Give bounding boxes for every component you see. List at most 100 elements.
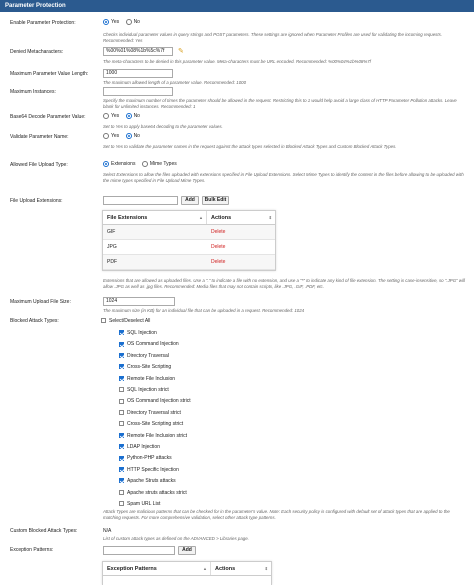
sort-icon: ⇕ bbox=[264, 566, 268, 571]
upload-type-radios: Extensions Mime Types bbox=[103, 161, 182, 168]
section-title: Parameter Protection bbox=[0, 0, 474, 12]
attack-type-checkbox[interactable]: Apache struts attacks strict bbox=[119, 490, 187, 496]
upload-type-label: Allowed File Upload Type: bbox=[10, 162, 68, 168]
delete-link[interactable]: Delete bbox=[207, 240, 225, 254]
radio-icon bbox=[125, 19, 132, 25]
sort-asc-icon: ▲ bbox=[203, 566, 207, 571]
custom-blocked-desc: List of custom attack types as defined o… bbox=[103, 536, 249, 541]
checkbox-icon bbox=[119, 466, 124, 472]
attack-type-checkbox[interactable]: SQL Injection strict bbox=[119, 387, 169, 393]
attack-type-label: Cross-Site Scripting strict bbox=[127, 421, 184, 428]
radio-icon bbox=[103, 19, 109, 25]
blocked-desc: Attack Types are malicious patterns that… bbox=[103, 509, 450, 520]
attack-type-checkbox[interactable]: Apache Struts attacks bbox=[119, 478, 176, 484]
radio-icon bbox=[103, 161, 109, 167]
attack-type-checkbox[interactable]: OS Command Injection strict bbox=[119, 398, 191, 404]
custom-blocked-label: Custom Blocked Attack Types: bbox=[10, 528, 78, 534]
denied-meta-input[interactable]: %00%01%08%1b%5c%7f bbox=[103, 47, 173, 56]
attack-type-label: Directory Traversal bbox=[127, 352, 169, 359]
attack-type-label: OS Command Injection bbox=[127, 341, 179, 348]
custom-blocked-value: N/A bbox=[103, 528, 112, 534]
attack-type-checkbox[interactable]: Spam URL List bbox=[119, 501, 160, 507]
col-actions[interactable]: Actions ⇕ bbox=[211, 562, 271, 575]
validate-radios: Yes No bbox=[103, 133, 145, 140]
b64-label: Base64 Decode Parameter Value: bbox=[10, 114, 86, 120]
max-upload-input[interactable]: 1024 bbox=[103, 297, 175, 306]
denied-meta-label: Denied Metacharacters: bbox=[10, 49, 64, 55]
checkbox-icon bbox=[119, 341, 124, 347]
col-file-extensions[interactable]: File Extensions ▲ bbox=[103, 211, 207, 224]
attack-type-label: Apache Struts attacks bbox=[127, 478, 176, 485]
radio-icon bbox=[125, 133, 132, 139]
checkbox-icon bbox=[119, 364, 124, 370]
attack-type-label: Spam URL List bbox=[127, 501, 161, 507]
upload-type-extensions[interactable]: Extensions bbox=[103, 161, 135, 167]
attack-type-checkbox[interactable]: Python-PHP attacks bbox=[119, 455, 172, 461]
validate-no[interactable]: No bbox=[125, 133, 140, 139]
validate-yes[interactable]: Yes bbox=[103, 133, 119, 139]
b64-yes[interactable]: Yes bbox=[103, 113, 119, 119]
max-inst-label: Maximum Instances: bbox=[10, 89, 56, 95]
attack-type-checkbox[interactable]: Directory Traversal strict bbox=[119, 410, 181, 416]
upload-ext-label: File Upload Extensions: bbox=[10, 198, 63, 204]
max-len-input[interactable]: 1000 bbox=[103, 69, 173, 78]
sort-asc-icon: ▲ bbox=[199, 215, 203, 220]
attack-type-checkbox[interactable]: OS Command Injection bbox=[119, 341, 179, 347]
checkbox-icon bbox=[119, 398, 124, 404]
upload-ext-add-button[interactable]: Add bbox=[181, 196, 199, 205]
blocked-label: Blocked Attack Types: bbox=[10, 318, 59, 324]
attack-type-checkbox[interactable]: Cross-Site Scripting strict bbox=[119, 421, 183, 427]
select-all-checkbox[interactable]: Select/Deselect All bbox=[101, 318, 150, 324]
col-exception-patterns[interactable]: Exception Patterns ▲ bbox=[103, 562, 211, 575]
attack-type-label: Directory Traversal strict bbox=[127, 409, 181, 416]
checkbox-icon bbox=[119, 455, 124, 461]
radio-icon bbox=[103, 113, 109, 119]
attack-type-label: LDAP Injection bbox=[127, 444, 160, 450]
delete-link[interactable]: Delete bbox=[207, 255, 225, 269]
attack-type-label: Cross-Site Scripting bbox=[127, 364, 172, 371]
max-upload-label: Maximum Upload File Size: bbox=[10, 299, 71, 305]
b64-desc: Set to Yes to apply base64 decoding to t… bbox=[103, 124, 223, 129]
table-row: GIF Delete bbox=[103, 225, 275, 240]
attack-type-checkbox[interactable]: SQL Injection bbox=[119, 330, 157, 336]
exception-add-button[interactable]: Add bbox=[178, 546, 196, 555]
max-inst-input[interactable] bbox=[103, 87, 173, 96]
checkbox-icon bbox=[119, 489, 124, 495]
attack-type-checkbox[interactable]: Cross-Site Scripting bbox=[119, 364, 171, 370]
attack-type-checkbox[interactable]: HTTP Specific Injection bbox=[119, 467, 179, 473]
checkbox-icon bbox=[119, 478, 124, 484]
enable-param-no[interactable]: No bbox=[125, 19, 140, 25]
attack-type-label: SQL Injection bbox=[127, 330, 157, 336]
edit-pencil-icon[interactable]: ✎ bbox=[178, 47, 186, 55]
checkbox-icon bbox=[119, 501, 124, 507]
table-header: Exception Patterns ▲ Actions ⇕ bbox=[103, 562, 271, 576]
checkbox-icon bbox=[101, 318, 106, 324]
upload-ext-desc: Extensions that are allowed as uploaded … bbox=[103, 278, 466, 289]
checkbox-icon bbox=[119, 432, 124, 438]
attack-type-checkbox[interactable]: Remote File Inclusion bbox=[119, 376, 175, 382]
attack-type-checkbox[interactable]: Directory Traversal bbox=[119, 353, 169, 359]
upload-type-desc: Select Extensions to allow the files upl… bbox=[103, 172, 464, 183]
attack-type-checkbox[interactable]: Remote File Inclusion strict bbox=[119, 433, 187, 439]
upload-type-mime[interactable]: Mime Types bbox=[141, 161, 177, 167]
attack-type-label: OS Command Injection strict bbox=[127, 398, 191, 405]
exception-input[interactable] bbox=[103, 546, 175, 555]
checkbox-icon bbox=[119, 409, 124, 415]
exception-table: Exception Patterns ▲ Actions ⇕ bbox=[102, 561, 272, 585]
attack-type-checkbox[interactable]: LDAP Injection bbox=[119, 444, 160, 450]
b64-radios: Yes No bbox=[103, 113, 145, 120]
enable-param-yes[interactable]: Yes bbox=[103, 19, 119, 25]
upload-ext-input[interactable] bbox=[103, 196, 178, 205]
delete-link[interactable]: Delete bbox=[207, 225, 225, 239]
checkbox-icon bbox=[119, 375, 124, 381]
attack-type-label: SQL Injection strict bbox=[127, 387, 169, 393]
col-actions[interactable]: Actions ⇕ bbox=[207, 211, 275, 224]
checkbox-icon bbox=[119, 444, 124, 450]
enable-param-label: Enable Parameter Protection: bbox=[10, 20, 76, 26]
enable-param-radios: Yes No bbox=[103, 19, 145, 26]
checkbox-icon bbox=[119, 387, 124, 393]
upload-ext-bulk-edit-button[interactable]: Bulk Edit bbox=[202, 196, 229, 205]
denied-meta-desc: The meta-characters to be denied in this… bbox=[103, 59, 371, 64]
b64-no[interactable]: No bbox=[125, 113, 140, 119]
max-upload-desc: The maximum size (in KB) for an individu… bbox=[103, 308, 305, 313]
